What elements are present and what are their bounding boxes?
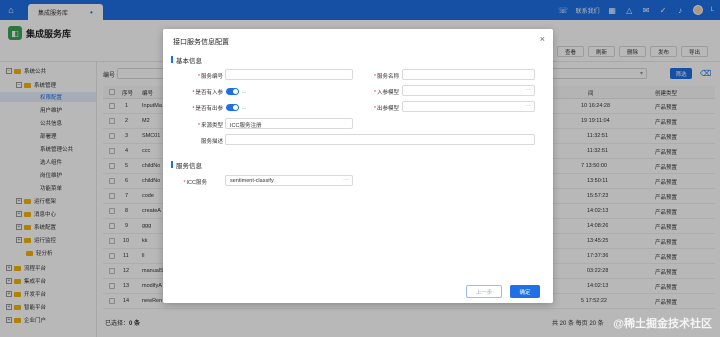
- watermark-text: @稀土掘金技术社区: [613, 318, 712, 330]
- section-marker: [171, 56, 173, 63]
- source-type-input[interactable]: ICC服务注册: [225, 118, 353, 129]
- previous-step-button[interactable]: 上一步: [466, 285, 502, 298]
- toggle-state-text: ...: [242, 89, 247, 95]
- service-code-label: *服务编号: [197, 74, 223, 80]
- source-type-label: *来源类型: [197, 123, 223, 129]
- has-output-toggle[interactable]: [226, 104, 239, 111]
- input-model-picker[interactable]: ···: [402, 85, 535, 96]
- basic-info-section: 基本信息: [171, 55, 202, 65]
- icc-service-picker[interactable]: sentiment-classify ···: [225, 175, 353, 186]
- toggle-state-text: ...: [242, 105, 247, 111]
- section-marker: [171, 161, 173, 168]
- service-name-label: *服务名称: [373, 74, 399, 80]
- service-desc-input[interactable]: [225, 134, 535, 145]
- close-icon[interactable]: ×: [540, 34, 545, 44]
- service-code-input[interactable]: [225, 69, 353, 80]
- has-input-toggle[interactable]: [226, 88, 239, 95]
- service-desc-label: 服务描述: [200, 139, 223, 145]
- more-icon[interactable]: ···: [343, 177, 349, 183]
- confirm-button[interactable]: 确定: [510, 285, 540, 298]
- more-icon[interactable]: ···: [525, 103, 531, 109]
- more-icon[interactable]: ···: [525, 87, 531, 93]
- output-model-picker[interactable]: ···: [402, 101, 535, 112]
- input-model-label: *入参模型: [373, 90, 399, 96]
- service-name-input[interactable]: [402, 69, 535, 80]
- service-info-section: 服务信息: [171, 160, 202, 170]
- service-config-dialog: 接口服务信息配置 × 基本信息 *服务编号 *服务名称 *是否有入参 ... *…: [163, 29, 553, 303]
- has-output-label: *是否有出参: [192, 106, 223, 112]
- output-model-label: *出参模型: [373, 106, 399, 112]
- has-input-label: *是否有入参: [192, 90, 223, 96]
- icc-service-label: *ICC服务: [183, 180, 207, 186]
- dialog-title: 接口服务信息配置: [173, 39, 229, 46]
